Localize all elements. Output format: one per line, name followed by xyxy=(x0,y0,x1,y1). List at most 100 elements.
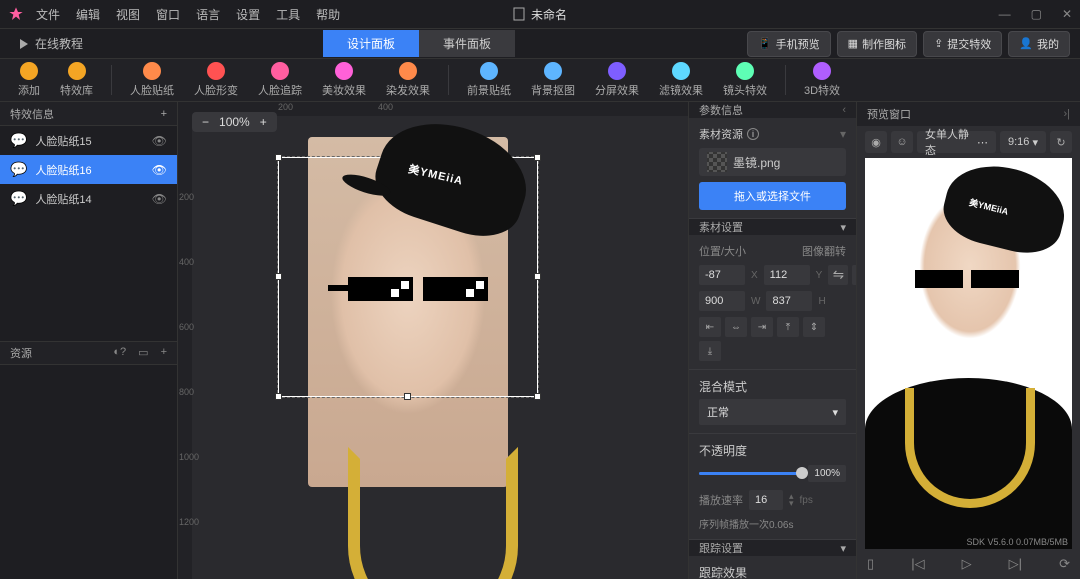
track-effect-label: 跟踪效果 xyxy=(699,566,747,579)
tool-icon xyxy=(544,62,562,80)
collapse-params-icon[interactable]: ‹ xyxy=(842,104,846,116)
speed-stepper[interactable]: ▴▾ xyxy=(789,493,794,507)
align-top-button[interactable]: ⤒ xyxy=(777,317,799,337)
tool-添加[interactable]: 添加 xyxy=(10,60,48,100)
menu-item[interactable]: 帮助 xyxy=(316,6,340,23)
h-input[interactable] xyxy=(766,291,812,311)
chevron-down-icon: ▾ xyxy=(840,221,846,234)
menu-item[interactable]: 窗口 xyxy=(156,6,180,23)
blend-mode-label: 混合模式 xyxy=(699,380,747,394)
layer-list: 💬人脸贴纸15👁💬人脸贴纸16👁💬人脸贴纸14👁 xyxy=(0,126,177,341)
phone-icon: 📱 xyxy=(758,37,772,50)
zoom-control: − 100% + xyxy=(192,112,277,132)
tool-icon xyxy=(271,62,289,80)
y-input[interactable] xyxy=(764,265,810,285)
sunglasses-sticker[interactable] xyxy=(348,277,498,307)
help-icon[interactable]: ◐? xyxy=(113,346,126,359)
phone-preview-button[interactable]: 📱手机预览 xyxy=(747,31,831,57)
chain-sticker[interactable] xyxy=(348,447,518,579)
canvas-area[interactable]: 200 400 200 400 600 800 1000 1200 − 100%… xyxy=(178,102,688,579)
layer-item[interactable]: 💬人脸贴纸16👁 xyxy=(0,155,177,184)
blend-mode-select[interactable]: 正常▾ xyxy=(699,399,846,425)
play-icon xyxy=(18,38,30,50)
align-center-h-button[interactable]: ⇔ xyxy=(725,317,747,337)
file-chip[interactable]: 墨镜.png xyxy=(699,148,846,176)
preview-mode-select[interactable]: 女单人静态⋯ xyxy=(917,131,996,153)
add-resource-button[interactable]: + xyxy=(161,346,167,359)
drop-select-button[interactable]: 拖入或选择文件 xyxy=(699,182,846,210)
params-panel-title: 参数信息 xyxy=(699,102,743,118)
expand-preview-icon[interactable]: ›| xyxy=(1063,108,1070,120)
preview-loop-button[interactable]: ⟳ xyxy=(1059,556,1070,572)
align-bottom-button[interactable]: ⤓ xyxy=(699,341,721,361)
preview-ratio-select[interactable]: 9:16▾ xyxy=(1000,131,1046,153)
preview-prev-button[interactable]: |◁ xyxy=(911,556,924,572)
eye-icon[interactable]: 👁 xyxy=(152,163,167,177)
submit-effect-button[interactable]: ⇪提交特效 xyxy=(923,31,1002,57)
tool-特效库[interactable]: 特效库 xyxy=(52,60,101,100)
menu-item[interactable]: 编辑 xyxy=(76,6,100,23)
align-center-v-button[interactable]: ⇕ xyxy=(803,317,825,337)
zoom-out-button[interactable]: − xyxy=(202,115,209,129)
tutorial-button[interactable]: 在线教程 xyxy=(10,32,91,55)
user-icon: 👤 xyxy=(1019,37,1033,50)
x-input[interactable] xyxy=(699,265,745,285)
preview-refresh-button[interactable]: ↻ xyxy=(1050,131,1072,153)
zoom-in-button[interactable]: + xyxy=(260,115,267,129)
tracking-settings-header[interactable]: 跟踪设置▾ xyxy=(689,540,856,556)
tool-镜头特效[interactable]: 镜头特效 xyxy=(715,60,775,100)
info-icon: i xyxy=(747,128,759,140)
tool-分屏效果[interactable]: 分屏效果 xyxy=(587,60,647,100)
panel-tab-switch: 设计面板 事件面板 xyxy=(323,30,515,57)
eye-icon[interactable]: 👁 xyxy=(152,192,167,206)
document-title: 未命名 xyxy=(513,6,567,23)
speed-label: 播放速率 xyxy=(699,492,743,508)
tab-event[interactable]: 事件面板 xyxy=(419,30,515,57)
preview-next-button[interactable]: ▷| xyxy=(1009,556,1022,572)
message-icon: 💬 xyxy=(10,161,27,178)
speed-input[interactable] xyxy=(749,490,783,510)
folder-icon[interactable]: ▭ xyxy=(138,346,148,359)
tool-染发效果[interactable]: 染发效果 xyxy=(378,60,438,100)
preview-device-button[interactable]: ▯ xyxy=(867,556,874,572)
tool-icon xyxy=(335,62,353,80)
preview-play-button[interactable]: ▷ xyxy=(962,556,972,572)
add-effect-button[interactable]: + xyxy=(161,108,167,120)
menu-item[interactable]: 语言 xyxy=(196,6,220,23)
file-thumbnail xyxy=(707,152,727,172)
tab-design[interactable]: 设计面板 xyxy=(323,30,419,57)
effects-panel-title: 特效信息 xyxy=(10,106,54,122)
preview-user-button[interactable]: ☺ xyxy=(891,131,913,153)
flip-h-button[interactable]: ⇋ xyxy=(828,265,848,285)
tool-人脸贴纸[interactable]: 人脸贴纸 xyxy=(122,60,182,100)
menu-item[interactable]: 工具 xyxy=(276,6,300,23)
menu-item[interactable]: 文件 xyxy=(36,6,60,23)
material-resource-dropdown[interactable]: 素材资源 i xyxy=(699,126,834,142)
minimize-button[interactable]: — xyxy=(999,7,1011,21)
tool-人脸追踪[interactable]: 人脸追踪 xyxy=(250,60,310,100)
tool-人脸形变[interactable]: 人脸形变 xyxy=(186,60,246,100)
material-settings-header[interactable]: 素材设置▾ xyxy=(689,219,856,235)
opacity-slider[interactable] xyxy=(699,472,802,475)
tool-美妆效果[interactable]: 美妆效果 xyxy=(314,60,374,100)
preview-camera-button[interactable]: ◉ xyxy=(865,131,887,153)
tool-icon xyxy=(813,62,831,80)
close-button[interactable]: ✕ xyxy=(1062,7,1072,21)
canvas-stage[interactable]: 美YMEiiA xyxy=(308,137,508,487)
tool-背景抠图[interactable]: 背景抠图 xyxy=(523,60,583,100)
maximize-button[interactable]: ▢ xyxy=(1031,7,1042,21)
mine-button[interactable]: 👤我的 xyxy=(1008,31,1070,57)
align-left-button[interactable]: ⇤ xyxy=(699,317,721,337)
eye-icon[interactable]: 👁 xyxy=(152,134,167,148)
layer-item[interactable]: 💬人脸贴纸15👁 xyxy=(0,126,177,155)
make-icon-button[interactable]: ▦制作图标 xyxy=(837,31,917,57)
menu-item[interactable]: 设置 xyxy=(236,6,260,23)
tool-3D特效[interactable]: 3D特效 xyxy=(796,60,848,100)
tool-前景贴纸[interactable]: 前景贴纸 xyxy=(459,60,519,100)
tool-icon xyxy=(480,62,498,80)
tool-滤镜效果[interactable]: 滤镜效果 xyxy=(651,60,711,100)
menu-item[interactable]: 视图 xyxy=(116,6,140,23)
w-input[interactable] xyxy=(699,291,745,311)
align-right-button[interactable]: ⇥ xyxy=(751,317,773,337)
layer-item[interactable]: 💬人脸贴纸14👁 xyxy=(0,184,177,213)
